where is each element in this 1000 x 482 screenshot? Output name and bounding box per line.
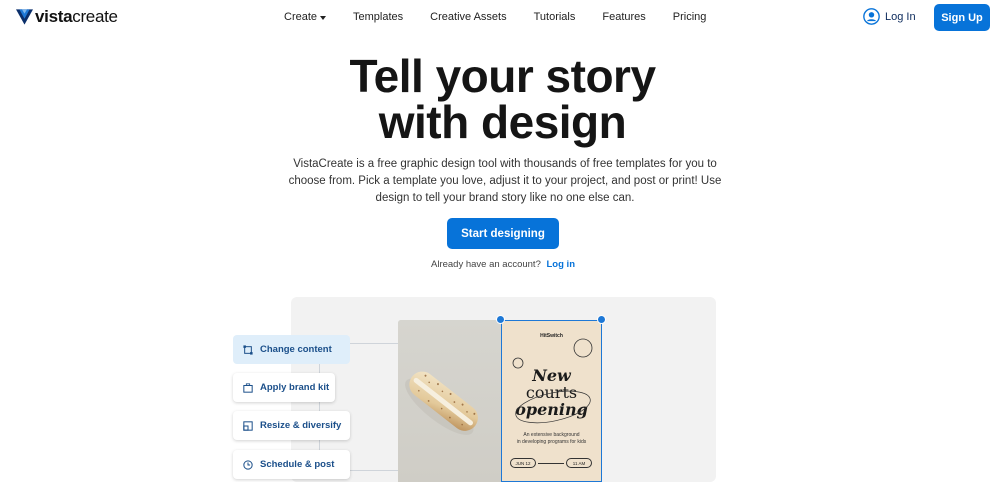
nav-templates[interactable]: Templates xyxy=(353,11,403,23)
feature-resize-diversify[interactable]: Resize & diversify xyxy=(233,411,350,440)
circle-decoration-icon xyxy=(573,338,593,358)
resize-icon xyxy=(243,420,253,431)
vistacreate-logo-icon xyxy=(16,9,33,25)
nav-pricing[interactable]: Pricing xyxy=(673,11,707,23)
briefcase-icon xyxy=(243,382,253,393)
login-link[interactable]: Log In xyxy=(863,8,916,25)
feature-label: Apply brand kit xyxy=(260,382,330,393)
account-question: Already have an account? xyxy=(431,259,541,270)
selection-handle[interactable] xyxy=(597,315,606,324)
eclair-photo xyxy=(398,320,502,482)
poster-date-pill: JUN 12 xyxy=(510,458,536,468)
feature-label: Change content xyxy=(260,344,332,355)
poster-divider xyxy=(538,463,564,464)
signup-button[interactable]: Sign Up xyxy=(934,4,990,31)
top-navigation: vistacreate Create Templates Creative As… xyxy=(0,0,1000,36)
caret-down-icon xyxy=(320,15,327,20)
hero-title: Tell your story with design xyxy=(250,53,755,145)
connector-line xyxy=(350,470,398,471)
nav-tutorials[interactable]: Tutorials xyxy=(534,11,576,23)
main-nav: Create Templates Creative Assets Tutoria… xyxy=(284,11,733,23)
feature-label: Schedule & post xyxy=(260,459,335,470)
swirl-decoration-icon xyxy=(515,390,591,424)
login-inline-link[interactable]: Log in xyxy=(547,259,576,270)
feature-change-content[interactable]: Change content xyxy=(233,335,350,364)
poster-time-pill: 11 AM xyxy=(566,458,592,468)
account-prompt: Already have an account? Log in xyxy=(400,259,606,270)
nav-features[interactable]: Features xyxy=(602,11,645,23)
hero-title-line-2: with design xyxy=(378,96,627,148)
eclair-illustration xyxy=(398,320,502,482)
frame-icon xyxy=(243,344,253,355)
poster-subtitle: An extensive background in developing pr… xyxy=(502,432,601,445)
start-designing-button[interactable]: Start designing xyxy=(447,218,559,249)
poster-template[interactable]: HitSwitch New courts opening An extensiv… xyxy=(501,320,602,482)
hero-title-line-1: Tell your story xyxy=(349,50,656,102)
feature-apply-brand-kit[interactable]: Apply brand kit xyxy=(233,373,335,402)
clock-icon xyxy=(243,459,253,470)
feature-schedule-post[interactable]: Schedule & post xyxy=(233,450,350,479)
user-icon xyxy=(863,8,880,25)
nav-creative-assets[interactable]: Creative Assets xyxy=(430,11,506,23)
login-label: Log In xyxy=(885,10,916,23)
hero-description: VistaCreate is a free graphic design too… xyxy=(288,158,722,204)
nav-create-label: Create xyxy=(284,11,318,23)
vistacreate-logo[interactable]: vistacreate xyxy=(16,7,118,27)
feature-label: Resize & diversify xyxy=(260,420,342,431)
connector-line xyxy=(350,343,398,344)
poster-subtitle-2: in developing programs for kids xyxy=(516,438,587,445)
nav-create[interactable]: Create xyxy=(284,11,327,23)
logo-text: vistacreate xyxy=(35,7,118,26)
selection-handle[interactable] xyxy=(496,315,505,324)
